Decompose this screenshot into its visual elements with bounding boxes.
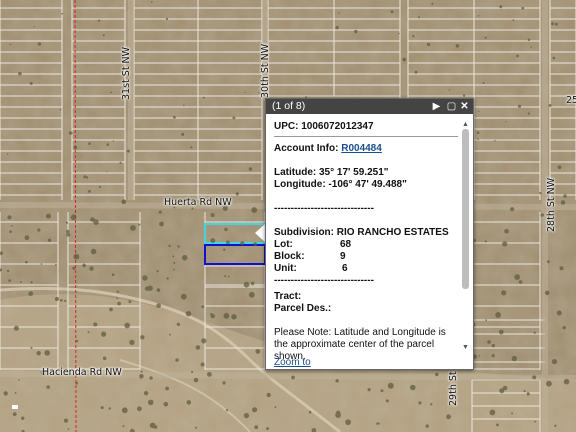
upc-text: UPC: 1006072012347 [274, 121, 374, 132]
road-label-huerta: Huerta Rd NW [164, 197, 232, 208]
unit-value: 6 [342, 263, 348, 274]
separator-1: ------------------------------ [274, 203, 374, 214]
popup-header: (1 of 8) ▶ ▢ ✕ [266, 99, 473, 114]
lot-value: 68 [340, 239, 352, 250]
block-value: 9 [340, 251, 346, 262]
road-label-25: 25 [566, 95, 576, 106]
road-label-31st: 31st St NW [121, 46, 132, 100]
latitude-text: Latitude: 35° 17' 59.251" [274, 167, 389, 178]
road-label-hacienda: Hacienda Rd NW [42, 367, 122, 378]
road-label-29th: 29th St [448, 371, 459, 406]
account-link[interactable]: R004484 [341, 143, 382, 154]
info-popup: (1 of 8) ▶ ▢ ✕ UPC: 1006072012347 Accoun… [265, 98, 474, 370]
scroll-up-icon[interactable]: ▲ [462, 121, 469, 128]
block-label: Block: [274, 251, 305, 262]
popup-counter: (1 of 8) [272, 100, 306, 112]
account-info: Account Info: R004484 [274, 143, 458, 155]
parcel-des-text: Parcel Des.: [274, 303, 332, 314]
account-label: Account Info: [274, 143, 339, 154]
block-row: Block: 9 [274, 251, 458, 263]
scroll-thumb[interactable] [462, 129, 469, 289]
unit-row: Unit: 6 [274, 263, 458, 275]
close-icon[interactable]: ✕ [458, 99, 471, 114]
divider [274, 136, 458, 137]
subdivision-text: Subdivision: RIO RANCHO ESTATES [274, 227, 449, 238]
scroll-down-icon[interactable]: ▼ [462, 344, 469, 351]
scale-marker [12, 405, 18, 409]
road-label-28th: 28th St NW [546, 177, 557, 232]
zoom-to-link[interactable]: Zoom to [274, 357, 311, 368]
lot-label: Lot: [274, 239, 293, 250]
maximize-icon[interactable]: ▢ [445, 99, 458, 114]
lot-row: Lot: 68 [274, 239, 458, 251]
unit-label: Unit: [274, 263, 297, 274]
road-label-30th: 30th St NW [260, 43, 271, 98]
tract-text: Tract: [274, 291, 302, 302]
popup-content: UPC: 1006072012347 Account Info: R004484… [274, 121, 458, 366]
longitude-text: Longitude: -106° 47' 49.488" [274, 179, 407, 190]
popup-scrollbar[interactable]: ▲ ▼ [462, 121, 469, 351]
play-icon[interactable]: ▶ [430, 99, 443, 114]
separator-2: ------------------------------ [274, 275, 374, 286]
